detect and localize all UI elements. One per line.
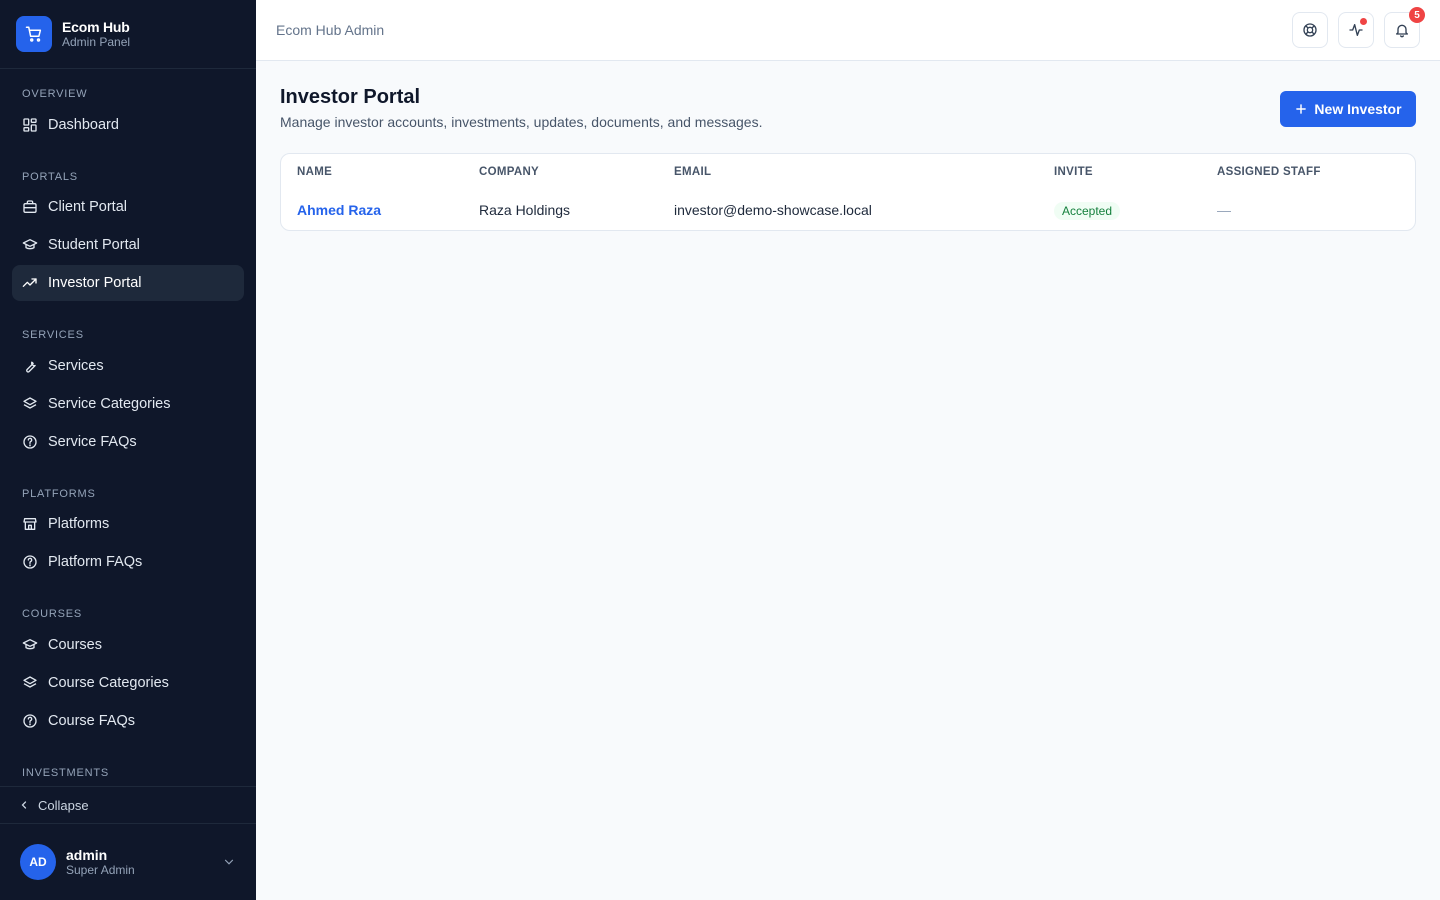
sidebar: Ecom Hub Admin Panel OVERVIEW Dashboard … (0, 0, 256, 900)
sidebar-item-course-categories[interactable]: Course Categories (12, 665, 244, 701)
help-circle-icon (23, 714, 37, 728)
sidebar-item-platforms[interactable]: Platforms (12, 506, 244, 542)
column-header-name[interactable]: NAME (297, 166, 332, 178)
sidebar-item-service-categories[interactable]: Service Categories (12, 386, 244, 422)
layers-icon (23, 397, 37, 409)
brand-subtitle: Admin Panel (62, 34, 131, 49)
plus-icon (1296, 104, 1307, 114)
sidebar-item-label: Course FAQs (48, 713, 136, 729)
trending-up-icon (22, 278, 37, 287)
investors-table: NAME COMPANY EMAIL INVITE ASSIGNED STAFF… (280, 153, 1416, 231)
section-label-platforms: PLATFORMS (22, 488, 96, 500)
new-investor-button[interactable]: New Investor (1280, 91, 1416, 127)
sidebar-item-label: Platforms (48, 516, 110, 532)
brand-name: Ecom Hub (62, 18, 130, 35)
sidebar-item-service-faqs[interactable]: Service FAQs (12, 424, 244, 460)
section-label-investments: INVESTMENTS (22, 767, 110, 779)
lifebuoy-icon (1303, 23, 1317, 37)
section-label-overview: OVERVIEW (22, 88, 88, 100)
investor-email: investor@demo-showcase.local (674, 202, 872, 218)
help-circle-icon (23, 555, 37, 569)
sidebar-item-services[interactable]: Services (12, 348, 244, 384)
layers-icon (23, 676, 37, 688)
column-header-assigned-staff[interactable]: ASSIGNED STAFF (1217, 166, 1321, 178)
dashboard-icon (23, 118, 37, 132)
column-header-company[interactable]: COMPANY (479, 166, 539, 178)
sidebar-item-label: Dashboard (48, 117, 119, 133)
notifications-button[interactable]: 5 (1384, 7, 1425, 48)
column-header-email[interactable]: EMAIL (674, 166, 711, 178)
sidebar-item-client-portal[interactable]: Client Portal (12, 189, 244, 225)
sidebar-item-label: Course Categories (48, 675, 169, 691)
assigned-staff-value: — (1217, 202, 1231, 218)
sidebar-item-label: Courses (48, 637, 102, 653)
topbar: Ecom Hub Admin 5 (256, 0, 1440, 61)
sidebar-item-course-faqs[interactable]: Course FAQs (12, 703, 244, 739)
sidebar-item-label: Services (48, 358, 104, 374)
graduation-cap-icon (22, 639, 38, 650)
chevron-left-icon (21, 801, 27, 809)
help-button[interactable] (1292, 12, 1328, 48)
sidebar-item-label: Service Categories (48, 396, 171, 412)
sidebar-item-dashboard[interactable]: Dashboard (12, 107, 244, 143)
sidebar-item-label: Student Portal (48, 237, 140, 253)
section-label-portals: PORTALS (22, 171, 78, 183)
user-menu[interactable]: AD admin Super Admin (0, 824, 256, 900)
sidebar-item-label: Platform FAQs (48, 554, 143, 570)
briefcase-icon (23, 200, 37, 213)
sidebar-item-label: Investor Portal (48, 275, 142, 291)
wrench-icon (26, 361, 36, 373)
section-label-services: SERVICES (22, 329, 84, 341)
activity-button[interactable] (1338, 12, 1374, 48)
help-circle-icon (23, 435, 37, 449)
column-header-invite[interactable]: INVITE (1054, 166, 1093, 178)
bell-icon (1396, 24, 1408, 38)
shopping-cart-icon (16, 16, 52, 52)
sidebar-item-label: Client Portal (48, 199, 127, 215)
sidebar-nav: OVERVIEW Dashboard PORTALS Client Portal… (0, 69, 256, 786)
sidebar-item-student-portal[interactable]: Student Portal (12, 227, 244, 263)
collapse-label: Collapse (38, 797, 89, 813)
brand[interactable]: Ecom Hub Admin Panel (0, 0, 256, 69)
investor-company: Raza Holdings (479, 202, 571, 218)
sidebar-item-label: Service FAQs (48, 434, 137, 450)
store-icon (23, 518, 37, 530)
activity-indicator-dot (1360, 18, 1367, 25)
user-role: Super Admin (66, 862, 135, 877)
chevron-down-icon (224, 859, 234, 865)
section-label-courses: COURSES (22, 608, 82, 620)
sidebar-item-platform-faqs[interactable]: Platform FAQs (12, 544, 244, 580)
topbar-title: Ecom Hub Admin (276, 22, 385, 38)
page-subtitle: Manage investor accounts, investments, u… (280, 114, 763, 130)
graduation-cap-icon (22, 239, 38, 250)
invite-status-badge: Accepted (1054, 202, 1121, 220)
investor-name-link[interactable]: Ahmed Raza (297, 202, 381, 218)
notification-count-badge: 5 (1409, 7, 1425, 23)
collapse-button[interactable]: Collapse (0, 786, 256, 824)
new-investor-label: New Investor (1314, 101, 1402, 117)
user-name: admin (66, 846, 108, 863)
page-title: Investor Portal (280, 86, 421, 108)
sidebar-item-investor-portal[interactable]: Investor Portal (12, 265, 244, 301)
sidebar-item-courses[interactable]: Courses (12, 627, 244, 663)
avatar: AD (20, 844, 56, 880)
